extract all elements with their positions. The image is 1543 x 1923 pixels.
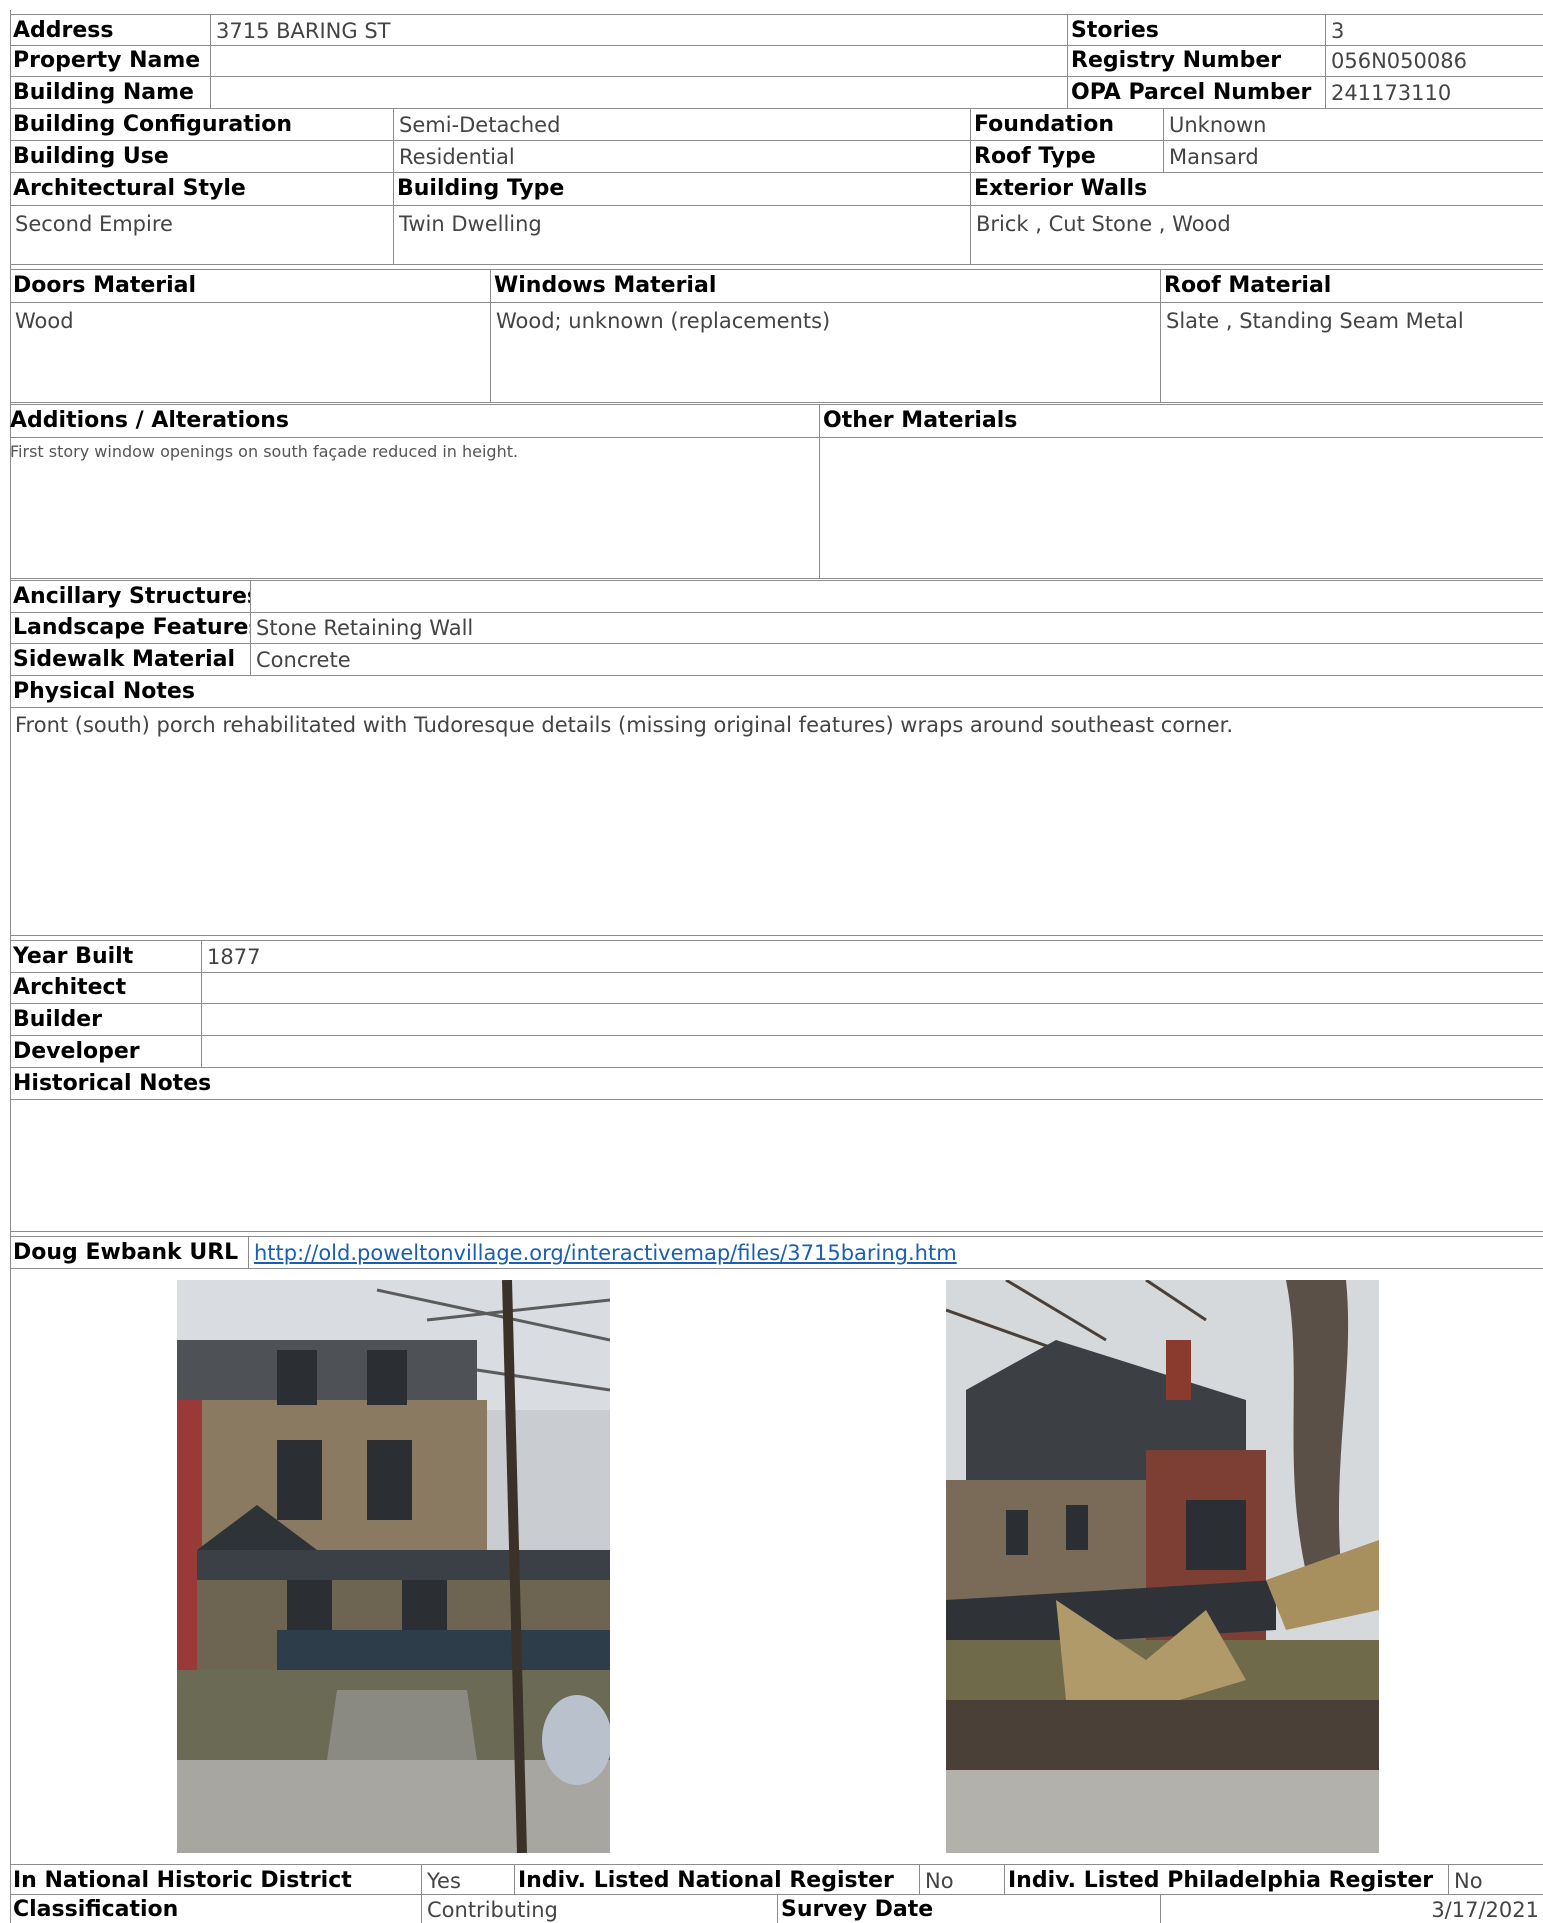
builder-label: Builder [13, 1007, 103, 1032]
building-photo-corner [946, 1280, 1379, 1853]
walls-cell: Exterior Walls Brick , Cut Stone , Wood [970, 173, 1543, 264]
roof-label: Roof Material [1161, 270, 1543, 303]
historical-notes-label: Historical Notes [10, 1068, 1543, 1100]
row-materials: Doors Material Wood Windows Material Woo… [10, 269, 1543, 403]
row-footer-1: In National Historic District Yes Indiv.… [10, 1864, 1543, 1895]
ancillary-value [250, 581, 1543, 612]
row-style: Architectural Style Second Empire Buildi… [10, 173, 1543, 265]
stories-value: 3 [1325, 15, 1543, 45]
ewbank-link[interactable]: http://old.poweltonvillage.org/interacti… [254, 1241, 957, 1265]
phila-reg-label: Indiv. Listed Philadelphia Register [1004, 1865, 1448, 1894]
row-building-name: Building Name OPA Parcel Number 24117311… [10, 77, 1543, 109]
alterations-label: Additions / Alterations [10, 405, 819, 438]
architect-label: Architect [13, 975, 127, 1000]
address-label: Address [13, 18, 114, 43]
row-property-name: Property Name Registry Number 056N050086 [10, 45, 1543, 77]
roof-type-label: Roof Type [970, 141, 1163, 172]
registry-value: 056N050086 [1325, 45, 1543, 76]
windows-cell: Windows Material Wood; unknown (replacem… [490, 270, 1160, 402]
type-label: Building Type [394, 173, 970, 206]
photo-front-image [177, 1280, 610, 1853]
other-materials-cell: Other Materials [819, 405, 1543, 578]
registry-label: Registry Number [1067, 45, 1325, 76]
physical-notes-text: Front (south) porch rehabilitated with T… [15, 713, 1233, 737]
opa-value: 241173110 [1325, 77, 1543, 108]
opa-label: OPA Parcel Number [1067, 77, 1325, 108]
other-materials-label: Other Materials [820, 405, 1543, 438]
property-name-value [210, 45, 1067, 76]
row-year: Year Built 1877 [10, 940, 1543, 973]
landscape-value: Stone Retaining Wall [250, 612, 1543, 643]
developer-value [201, 1036, 1543, 1067]
classification-label: Classification [13, 1897, 179, 1922]
phila-reg-value: No [1448, 1865, 1543, 1894]
row-footer-2: Classification Contributing Survey Date … [10, 1894, 1543, 1923]
walls-value: Brick , Cut Stone , Wood [976, 212, 1231, 236]
nat-reg-value: No [919, 1865, 1004, 1894]
photo-corner-image [946, 1280, 1379, 1853]
row-ancillary: Ancillary Structures [10, 580, 1543, 613]
physical-notes-label: Physical Notes [10, 676, 1543, 708]
building-name-value [210, 77, 1067, 108]
architect-value [201, 972, 1543, 1003]
doors-value: Wood [15, 309, 74, 333]
nat-reg-label: Indiv. Listed National Register [514, 1865, 919, 1894]
builder-value [201, 1004, 1543, 1035]
use-label: Building Use [13, 144, 169, 169]
row-landscape: Landscape Features Stone Retaining Wall [10, 612, 1543, 644]
year-value: 1877 [201, 941, 1543, 972]
doors-cell: Doors Material Wood [10, 270, 490, 402]
roof-value: Slate , Standing Seam Metal [1166, 309, 1464, 333]
classification-value: Contributing [421, 1894, 777, 1923]
use-value: Residential [393, 141, 970, 172]
row-address: Address 3715 BARING ST Stories 3 [10, 14, 1543, 46]
style-value: Second Empire [15, 212, 173, 236]
sidewalk-value: Concrete [250, 644, 1543, 675]
row-config: Building Configuration Semi-Detached Fou… [10, 109, 1543, 141]
physical-notes-block: Physical Notes Front (south) porch rehab… [10, 676, 1543, 936]
row-alterations: Additions / Alterations First story wind… [10, 404, 1543, 579]
year-label: Year Built [13, 944, 134, 969]
walls-label: Exterior Walls [971, 173, 1543, 206]
windows-label: Windows Material [491, 270, 1160, 303]
config-label: Building Configuration [13, 112, 293, 137]
district-label: In National Historic District [13, 1868, 352, 1893]
survey-date-label: Survey Date [777, 1894, 1160, 1923]
roof-type-value: Mansard [1163, 141, 1543, 172]
ewbank-link-cell: http://old.poweltonvillage.org/interacti… [248, 1237, 1543, 1268]
type-cell: Building Type Twin Dwelling [393, 173, 970, 264]
ewbank-label: Doug Ewbank URL [13, 1240, 239, 1265]
sidewalk-label: Sidewalk Material [13, 647, 236, 672]
developer-label: Developer [13, 1039, 140, 1064]
alterations-cell: Additions / Alterations First story wind… [10, 405, 819, 578]
foundation-label: Foundation [970, 109, 1163, 140]
ancillary-label: Ancillary Structures [13, 584, 250, 609]
stories-label: Stories [1067, 15, 1325, 45]
doors-label: Doors Material [10, 270, 490, 303]
landscape-label: Landscape Features [13, 615, 250, 640]
historical-notes-block: Historical Notes [10, 1068, 1543, 1232]
config-value: Semi-Detached [393, 109, 970, 140]
building-photo-front [177, 1280, 610, 1853]
address-value: 3715 BARING ST [210, 15, 1076, 45]
row-sidewalk: Sidewalk Material Concrete [10, 644, 1543, 676]
windows-value: Wood; unknown (replacements) [496, 309, 831, 333]
foundation-value: Unknown [1163, 109, 1543, 140]
row-builder: Builder [10, 1004, 1543, 1036]
style-label: Architectural Style [10, 173, 393, 206]
district-value: Yes [421, 1865, 514, 1894]
row-developer: Developer [10, 1036, 1543, 1068]
roof-cell: Roof Material Slate , Standing Seam Meta… [1160, 270, 1543, 402]
row-use: Building Use Residential Roof Type Mansa… [10, 141, 1543, 173]
alterations-text: First story window openings on south faç… [10, 442, 519, 461]
property-name-label: Property Name [13, 48, 201, 73]
row-architect: Architect [10, 972, 1543, 1004]
building-name-label: Building Name [13, 80, 194, 105]
survey-date-value: 3/17/2021 [1160, 1894, 1543, 1923]
type-value: Twin Dwelling [399, 212, 542, 236]
row-ewbank: Doug Ewbank URL http://old.poweltonvilla… [10, 1236, 1543, 1269]
style-cell: Architectural Style Second Empire [10, 173, 393, 264]
